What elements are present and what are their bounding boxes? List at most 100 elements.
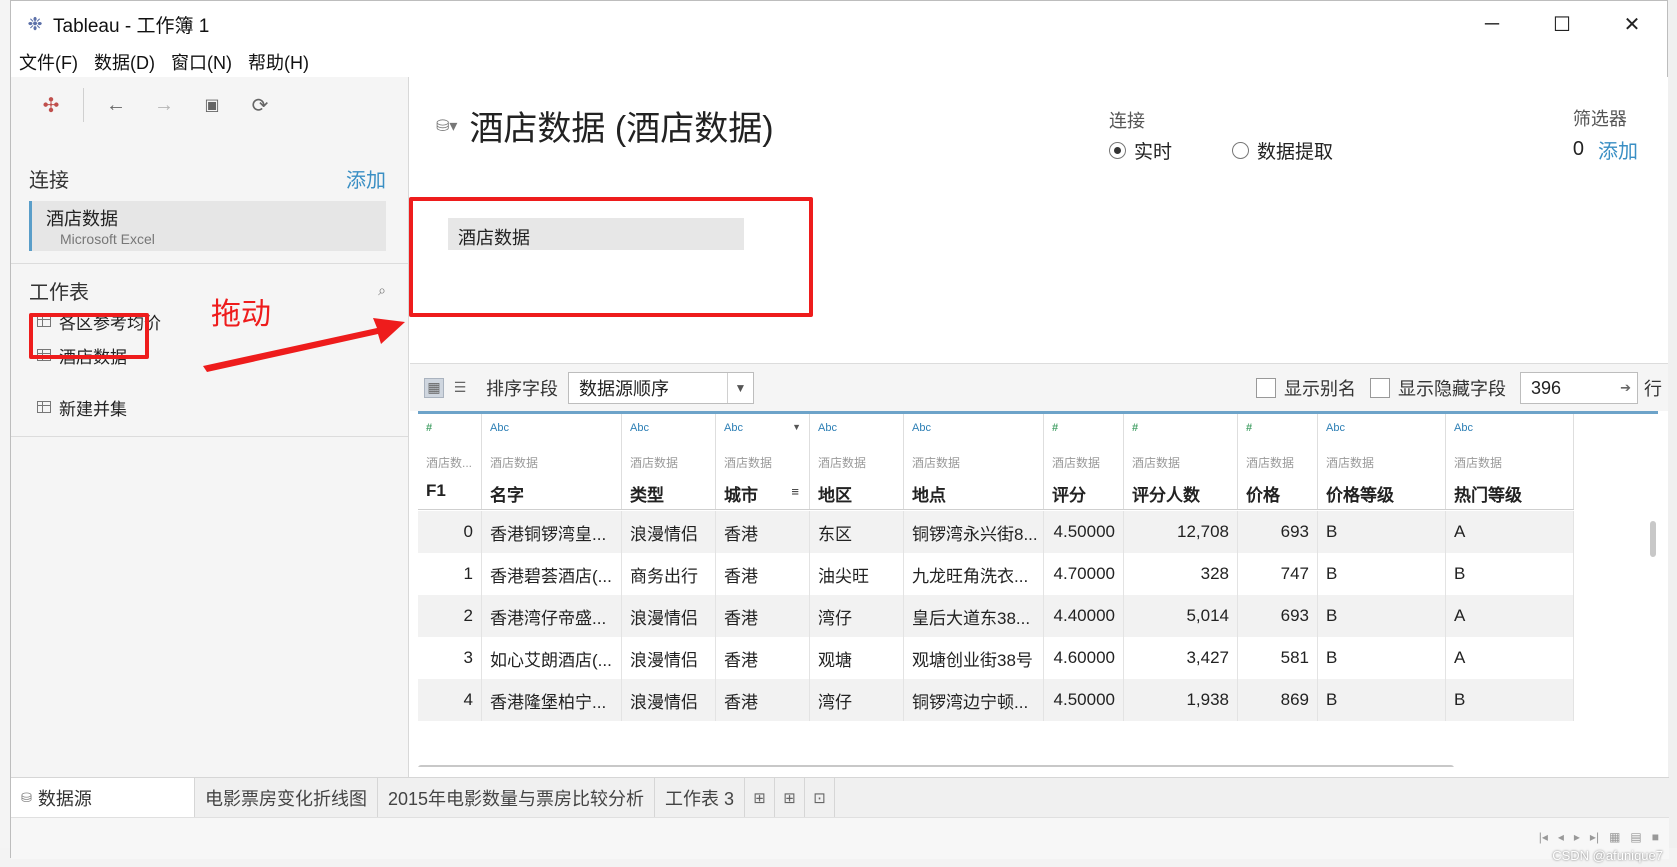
live-radio[interactable] bbox=[1109, 142, 1126, 159]
string-type-icon[interactable]: Abc bbox=[912, 422, 1043, 438]
column-header[interactable]: # 酒店数... F1 bbox=[418, 414, 482, 509]
list-view-icon[interactable]: ☰ bbox=[450, 378, 470, 398]
table-cell[interactable]: 1,938 bbox=[1124, 679, 1238, 721]
table-cell[interactable]: 747 bbox=[1238, 553, 1318, 595]
table-cell[interactable]: 693 bbox=[1238, 595, 1318, 637]
table-cell[interactable]: 1 bbox=[418, 553, 482, 595]
table-cell[interactable]: 观塘创业街38号 bbox=[904, 637, 1044, 679]
column-header[interactable]: Abc 酒店数据 名字 bbox=[482, 414, 622, 509]
column-header[interactable]: Abc 酒店数据 价格等级 bbox=[1318, 414, 1446, 509]
table-cell[interactable]: 观塘 bbox=[810, 637, 904, 679]
table-cell[interactable]: 香港 bbox=[716, 679, 810, 721]
table-cell[interactable]: 铜锣湾边宁顿... bbox=[904, 679, 1044, 721]
table-cell[interactable]: 12,708 bbox=[1124, 511, 1238, 553]
grid-view-icon[interactable]: ▦ bbox=[424, 377, 444, 398]
search-icon[interactable]: ⌕ bbox=[378, 282, 386, 299]
table-cell[interactable]: 2 bbox=[418, 595, 482, 637]
column-header[interactable]: Abc 酒店数据 地区 bbox=[810, 414, 904, 509]
vertical-scrollbar[interactable] bbox=[1650, 521, 1656, 557]
sort-fields-select[interactable]: 数据源顺序 ▼ bbox=[568, 371, 754, 404]
table-cell[interactable]: B bbox=[1318, 511, 1446, 553]
table-cell[interactable]: 商务出行 bbox=[622, 553, 716, 595]
string-type-icon[interactable]: Abc bbox=[630, 422, 715, 438]
arrow-right-icon[interactable]: ➔ bbox=[1620, 380, 1631, 396]
table-cell[interactable]: 如心艾朗酒店(... bbox=[482, 637, 622, 679]
table-cell[interactable]: 东区 bbox=[810, 511, 904, 553]
table-cell[interactable]: 浪漫情侣 bbox=[622, 511, 716, 553]
column-menu-icon[interactable]: ▼ bbox=[792, 422, 801, 432]
refresh-icon[interactable]: ⟳ bbox=[242, 87, 278, 123]
menu-file[interactable]: 文件(F) bbox=[19, 49, 78, 75]
table-cell[interactable]: B bbox=[1318, 553, 1446, 595]
list-icon[interactable]: ▤ bbox=[1630, 830, 1641, 844]
menu-help[interactable]: 帮助(H) bbox=[248, 49, 309, 75]
last-page-icon[interactable]: ▸| bbox=[1590, 830, 1599, 844]
tab-datasource[interactable]: ⛁ 数据源 bbox=[11, 778, 195, 818]
table-cell[interactable]: 3,427 bbox=[1124, 637, 1238, 679]
close-button[interactable]: ✕ bbox=[1597, 1, 1667, 47]
show-hidden-label[interactable]: 显示隐藏字段 bbox=[1398, 375, 1506, 401]
column-header[interactable]: # 酒店数据 价格 bbox=[1238, 414, 1318, 509]
horizontal-scrollbar[interactable] bbox=[418, 765, 1454, 767]
connection-item[interactable]: 酒店数据 Microsoft Excel bbox=[29, 201, 386, 251]
rows-input[interactable]: 396 ➔ bbox=[1520, 372, 1638, 404]
table-cell[interactable]: 4.50000 bbox=[1044, 511, 1124, 553]
table-cell[interactable]: 0 bbox=[418, 511, 482, 553]
table-cell[interactable]: B bbox=[1318, 637, 1446, 679]
string-type-icon[interactable]: Abc bbox=[1326, 422, 1445, 438]
number-type-icon[interactable]: # bbox=[1246, 422, 1317, 438]
table-cell[interactable]: 油尖旺 bbox=[810, 553, 904, 595]
table-cell[interactable]: 4.40000 bbox=[1044, 595, 1124, 637]
new-dashboard-icon[interactable]: ⊞ bbox=[775, 778, 806, 818]
minimize-button[interactable]: ─ bbox=[1457, 1, 1527, 47]
table-cell[interactable]: 香港 bbox=[716, 553, 810, 595]
table-cell[interactable]: 湾仔 bbox=[810, 679, 904, 721]
table-cell[interactable]: 328 bbox=[1124, 553, 1238, 595]
back-arrow-icon[interactable]: ← bbox=[98, 87, 134, 123]
table-cell[interactable]: 4.60000 bbox=[1044, 637, 1124, 679]
table-cell[interactable]: 香港碧荟酒店(... bbox=[482, 553, 622, 595]
table-cell[interactable]: 浪漫情侣 bbox=[622, 595, 716, 637]
column-header[interactable]: Abc 酒店数据 城市 ▼ ≡ bbox=[716, 414, 810, 509]
table-cell[interactable]: 皇后大道东38... bbox=[904, 595, 1044, 637]
next-page-icon[interactable]: ▸ bbox=[1574, 830, 1580, 844]
string-type-icon[interactable]: Abc bbox=[490, 422, 621, 438]
add-filter-link[interactable]: 添加 bbox=[1598, 135, 1638, 164]
table-cell[interactable]: B bbox=[1318, 679, 1446, 721]
new-worksheet-icon[interactable]: ⊞ bbox=[745, 778, 776, 818]
tab-sheet[interactable]: 工作表 3 bbox=[655, 778, 746, 818]
column-header[interactable]: # 酒店数据 评分 bbox=[1044, 414, 1124, 509]
table-cell[interactable]: 铜锣湾永兴街8... bbox=[904, 511, 1044, 553]
table-cell[interactable]: 香港隆堡柏宁... bbox=[482, 679, 622, 721]
menu-data[interactable]: 数据(D) bbox=[94, 49, 155, 75]
add-connection-link[interactable]: 添加 bbox=[346, 164, 386, 193]
save-icon[interactable]: ▣ bbox=[194, 87, 230, 123]
table-cell[interactable]: 4 bbox=[418, 679, 482, 721]
column-header[interactable]: # 酒店数据 评分人数 bbox=[1124, 414, 1238, 509]
show-alias-label[interactable]: 显示别名 bbox=[1284, 375, 1356, 401]
table-cell[interactable]: B bbox=[1446, 553, 1574, 595]
table-cell[interactable]: 5,014 bbox=[1124, 595, 1238, 637]
table-cell[interactable]: 湾仔 bbox=[810, 595, 904, 637]
number-type-icon[interactable]: # bbox=[1052, 422, 1123, 438]
table-cell[interactable]: A bbox=[1446, 595, 1574, 637]
table-cell[interactable]: 香港 bbox=[716, 637, 810, 679]
table-cell[interactable]: 浪漫情侣 bbox=[622, 679, 716, 721]
table-cell[interactable]: 693 bbox=[1238, 511, 1318, 553]
new-union-item[interactable]: 新建并集 bbox=[11, 390, 408, 424]
extract-radio[interactable] bbox=[1232, 142, 1250, 159]
number-type-icon[interactable]: # bbox=[1132, 422, 1237, 438]
column-header[interactable]: Abc 酒店数据 地点 bbox=[904, 414, 1044, 509]
table-cell[interactable]: 4.70000 bbox=[1044, 553, 1124, 595]
show-hidden-checkbox[interactable] bbox=[1370, 378, 1390, 398]
tab-sheet[interactable]: 2015年电影数量与票房比较分析 bbox=[378, 778, 656, 818]
database-icon[interactable]: ⛁▾ bbox=[436, 116, 457, 136]
forward-arrow-icon[interactable]: → bbox=[146, 87, 182, 123]
column-header[interactable]: Abc 酒店数据 类型 bbox=[622, 414, 716, 509]
table-cell[interactable]: 4.50000 bbox=[1044, 679, 1124, 721]
extract-label[interactable]: 数据提取 bbox=[1257, 137, 1333, 164]
tableau-home-icon[interactable]: ✣ bbox=[33, 87, 69, 123]
new-story-icon[interactable]: ⊡ bbox=[805, 778, 836, 818]
string-type-icon[interactable]: Abc bbox=[1454, 422, 1573, 438]
prev-page-icon[interactable]: ◂ bbox=[1558, 830, 1564, 844]
